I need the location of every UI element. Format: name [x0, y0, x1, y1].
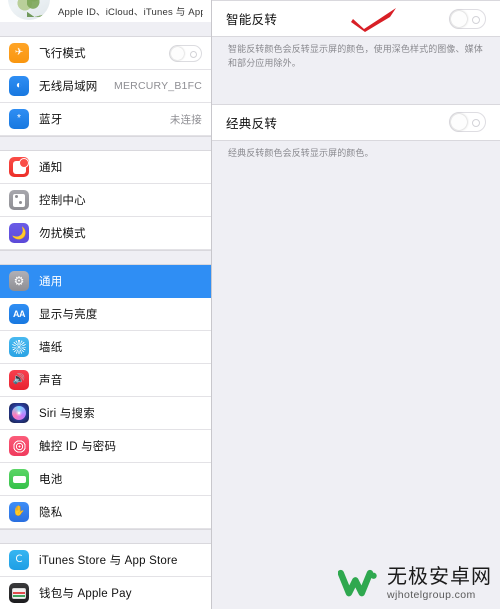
- site-watermark: 无极安卓网 wjhotelgroup.com: [338, 565, 492, 603]
- sidebar-item-label: 勿扰模式: [39, 228, 86, 240]
- bluetooth-status-value: 未连接: [169, 113, 202, 126]
- classic-invert-toggle[interactable]: [449, 112, 486, 133]
- sidebar-item-label: 飞行模式: [39, 48, 86, 60]
- sidebar-group-divider: [0, 529, 211, 544]
- apple-id-label: Apple ID、iCloud、iTunes 与 App...: [58, 7, 203, 18]
- sidebar-item-label: 通知: [39, 162, 63, 174]
- classic-invert-card: 经典反转: [212, 103, 500, 141]
- sidebar-item-bluetooth[interactable]: * 蓝牙 未连接: [0, 103, 211, 136]
- watermark-cn-text: 无极安卓网: [387, 566, 492, 589]
- classic-invert-label: 经典反转: [226, 116, 278, 131]
- invert-colors-detail-pane: 智能反转 智能反转颜色会反转显示屏的颜色，使用深色样式的图像、媒体和部分应用除外…: [212, 0, 500, 609]
- wallet-icon: [9, 583, 29, 603]
- sidebar-item-do-not-disturb[interactable]: 🌙 勿扰模式: [0, 217, 211, 250]
- settings-screen: Apple ID、iCloud、iTunes 与 App... ✈ 飞行模式 ◐…: [0, 0, 500, 609]
- sidebar-item-touch-id[interactable]: 触控 ID 与密码: [0, 430, 211, 463]
- sidebar-group-divider: [0, 22, 211, 37]
- settings-sidebar: Apple ID、iCloud、iTunes 与 App... ✈ 飞行模式 ◐…: [0, 0, 212, 609]
- wallpaper-icon: [9, 337, 29, 357]
- sidebar-item-control-center[interactable]: 控制中心: [0, 184, 211, 217]
- smart-invert-label: 智能反转: [226, 13, 278, 27]
- airplane-mode-toggle[interactable]: [169, 44, 202, 62]
- bluetooth-icon: *: [9, 109, 29, 129]
- sidebar-item-siri-search[interactable]: Siri 与搜索: [0, 397, 211, 430]
- sidebar-item-display-brightness[interactable]: AA 显示与亮度: [0, 298, 211, 331]
- smart-invert-row[interactable]: 智能反转: [212, 1, 500, 36]
- sidebar-item-label: 蓝牙: [39, 114, 63, 126]
- sidebar-item-label: 声音: [39, 375, 63, 387]
- sidebar-item-label: 控制中心: [39, 195, 86, 207]
- classic-invert-footer: 经典反转颜色会反转显示屏的颜色。: [228, 147, 374, 158]
- airplane-icon: ✈: [9, 43, 29, 63]
- sidebar-item-notifications[interactable]: 通知: [0, 151, 211, 184]
- sidebar-item-privacy[interactable]: ✋ 隐私: [0, 496, 211, 529]
- notifications-icon: [9, 157, 29, 177]
- watermark-en-text: wjhotelgroup.com: [387, 589, 476, 602]
- sidebar-item-label: 触控 ID 与密码: [39, 441, 117, 453]
- smart-invert-toggle[interactable]: [449, 8, 486, 29]
- watermark-logo-icon: [338, 569, 377, 597]
- sidebar-item-apple-id[interactable]: Apple ID、iCloud、iTunes 与 App...: [0, 0, 211, 22]
- sidebar-item-airplane-mode[interactable]: ✈ 飞行模式: [0, 37, 211, 70]
- sidebar-group-divider: [0, 136, 211, 151]
- sidebar-item-wifi[interactable]: ◐ 无线局域网 MERCURY_B1FC: [0, 70, 211, 103]
- sidebar-item-label: 无线局域网: [39, 81, 98, 93]
- app-store-icon: Ｃ: [9, 550, 29, 570]
- sidebar-item-itunes-app-store[interactable]: Ｃ iTunes Store 与 App Store: [0, 544, 211, 577]
- sound-icon: 🔊: [9, 370, 29, 390]
- sidebar-item-label: 显示与亮度: [39, 309, 98, 321]
- sidebar-item-sounds[interactable]: 🔊 声音: [0, 364, 211, 397]
- privacy-hand-icon: ✋: [9, 502, 29, 522]
- red-checkmark-annotation: [351, 8, 396, 32]
- wifi-icon: ◐: [9, 76, 29, 96]
- general-gear-icon: ⚙: [9, 271, 29, 291]
- sidebar-item-label: 电池: [39, 474, 63, 486]
- sidebar-item-label: 墙纸: [39, 342, 63, 354]
- sidebar-item-label: 钱包与 Apple Pay: [39, 588, 132, 600]
- sidebar-item-wallet-apple-pay[interactable]: 钱包与 Apple Pay: [0, 577, 211, 609]
- sidebar-group-divider: [0, 250, 211, 265]
- display-brightness-icon: AA: [9, 304, 29, 324]
- wifi-network-value: MERCURY_B1FC: [114, 80, 202, 92]
- sidebar-item-label: 通用: [39, 276, 63, 288]
- touch-id-icon: [9, 436, 29, 456]
- control-center-icon: [9, 190, 29, 210]
- smart-invert-card: 智能反转: [212, 0, 500, 37]
- battery-icon: [9, 469, 29, 489]
- smart-invert-footer: 智能反转颜色会反转显示屏的颜色，使用深色样式的图像、媒体和部分应用除外。: [228, 44, 483, 68]
- siri-icon: [9, 403, 29, 423]
- do-not-disturb-icon: 🌙: [9, 223, 29, 243]
- sidebar-item-wallpaper[interactable]: 墙纸: [0, 331, 211, 364]
- sidebar-item-battery[interactable]: 电池: [0, 463, 211, 496]
- sidebar-item-label: Siri 与搜索: [39, 408, 95, 420]
- classic-invert-row[interactable]: 经典反转: [212, 105, 500, 140]
- sidebar-item-label: 隐私: [39, 507, 63, 519]
- sidebar-item-general[interactable]: ⚙ 通用: [0, 265, 211, 298]
- sidebar-item-label: iTunes Store 与 App Store: [39, 555, 178, 567]
- user-avatar: [8, 0, 50, 20]
